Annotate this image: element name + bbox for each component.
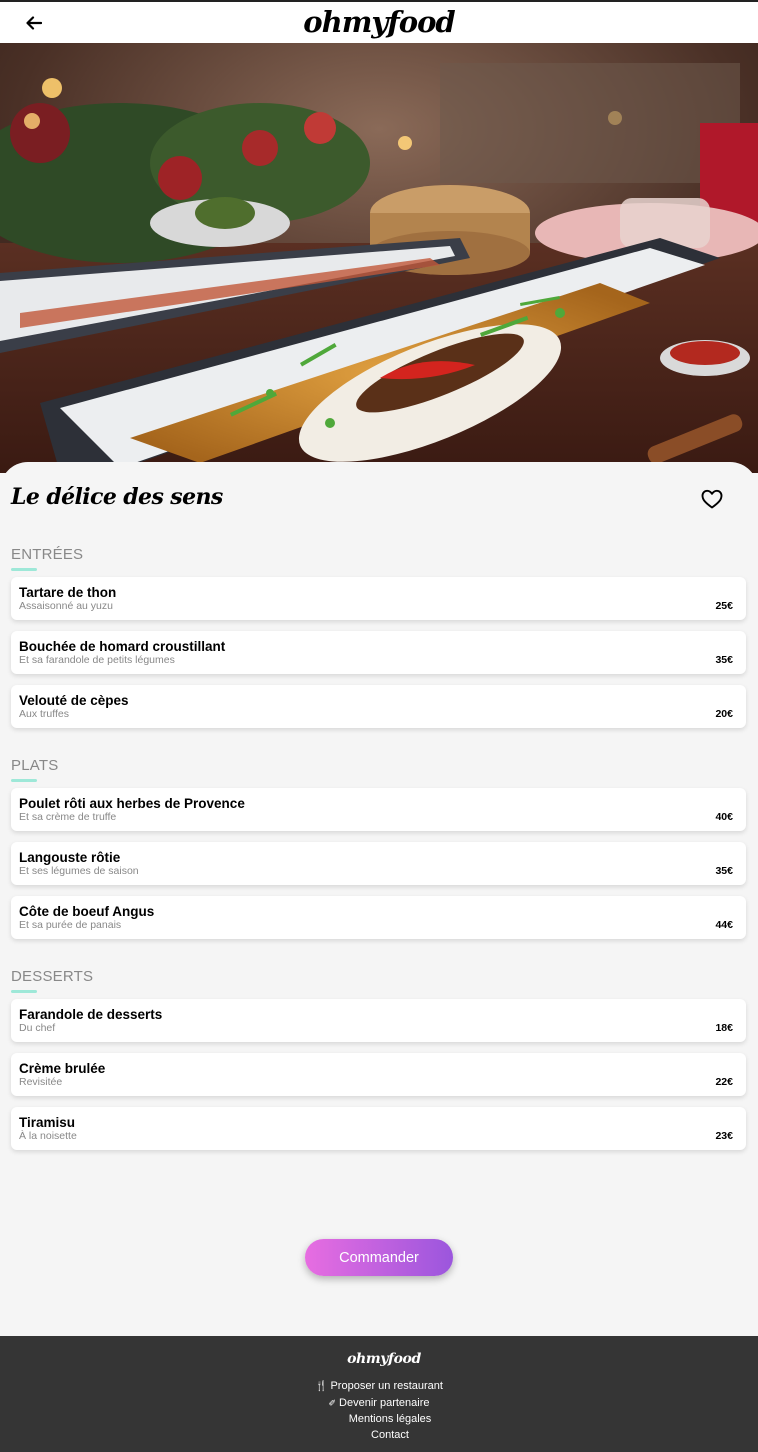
dish-description: Aux truffes [19, 708, 69, 720]
footer-link-legal[interactable]: Mentions légales [0, 1413, 758, 1425]
dish-price: 44€ [715, 919, 733, 931]
dish-description: Et ses légumes de saison [19, 865, 139, 877]
dish-name: Langouste rôtie [19, 850, 121, 865]
dish-name: Côte de boeuf Angus [19, 904, 155, 919]
dish-card[interactable]: Bouchée de homard croustillant Et sa far… [11, 631, 746, 674]
menu-card: Le délice des sens ENTRÉES Tartare de th… [0, 462, 758, 1336]
top-header: ohmyfood [0, 2, 758, 43]
footer-link-contact[interactable]: Contact [0, 1429, 758, 1441]
restaurant-name: Le délice des sens [11, 484, 223, 510]
dish-card[interactable]: Langouste rôtie Et ses légumes de saison… [11, 842, 746, 885]
dish-card[interactable]: Tartare de thon Assaisonné au yuzu 25€ [11, 577, 746, 620]
footer-link-label: Devenir partenaire [339, 1397, 430, 1409]
heart-icon[interactable] [700, 488, 724, 510]
dish-price: 40€ [715, 811, 733, 823]
footer-logo: ohmyfood [347, 1351, 421, 1367]
dish-name: Farandole de desserts [19, 1007, 163, 1022]
dish-card[interactable]: Velouté de cèpes Aux truffes 20€ [11, 685, 746, 728]
dish-card[interactable]: Crème brulée Revisitée 22€ [11, 1053, 746, 1096]
restaurant-hero-image [0, 43, 758, 473]
footer-link-propose-restaurant[interactable]: 🍴 Proposer un restaurant [0, 1380, 758, 1392]
dish-description: Assaisonné au yuzu [19, 600, 113, 612]
dish-price: 35€ [715, 654, 733, 666]
dish-name: Poulet rôti aux herbes de Provence [19, 796, 245, 811]
dish-description: Et sa farandole de petits légumes [19, 654, 175, 666]
cutlery-icon: 🍴 [315, 1381, 328, 1392]
dish-description: Et sa purée de panais [19, 919, 122, 931]
dish-name: Crème brulée [19, 1061, 106, 1076]
dish-description: Revisitée [19, 1076, 63, 1088]
dish-price: 20€ [715, 708, 733, 720]
ohmyfood-logo[interactable]: ohmyfood [0, 4, 758, 40]
dish-description: Et sa crème de truffe [19, 811, 117, 823]
dish-price: 25€ [715, 600, 733, 612]
dish-price: 22€ [715, 1076, 733, 1088]
dish-name: Bouchée de homard croustillant [19, 639, 226, 654]
dish-description: Du chef [19, 1022, 56, 1034]
dish-price: 18€ [715, 1022, 733, 1034]
dish-description: À la noisette [19, 1130, 77, 1142]
footer: ohmyfood 🍴 Proposer un restaurant ✐ Deveni… [0, 1336, 758, 1452]
dish-name: Velouté de cèpes [19, 693, 129, 708]
footer-link-become-partner[interactable]: ✐ Devenir partenaire [0, 1397, 758, 1409]
order-button[interactable]: Commander [305, 1239, 453, 1276]
partner-icon: ✐ [328, 1398, 337, 1408]
dish-price: 23€ [715, 1130, 733, 1142]
dish-price: 35€ [715, 865, 733, 877]
dish-name: Tiramisu [19, 1115, 76, 1130]
footer-link-label: Proposer un restaurant [330, 1380, 443, 1392]
section-title-entrees: ENTRÉES [11, 546, 84, 571]
section-title-desserts: DESSERTS [11, 968, 94, 993]
dish-card[interactable]: Tiramisu À la noisette 23€ [11, 1107, 746, 1150]
dish-card[interactable]: Farandole de desserts Du chef 18€ [11, 999, 746, 1042]
dish-card[interactable]: Côte de boeuf Angus Et sa purée de panai… [11, 896, 746, 939]
dish-name: Tartare de thon [19, 585, 117, 600]
dish-card[interactable]: Poulet rôti aux herbes de Provence Et sa… [11, 788, 746, 831]
section-title-plats: PLATS [11, 757, 59, 782]
